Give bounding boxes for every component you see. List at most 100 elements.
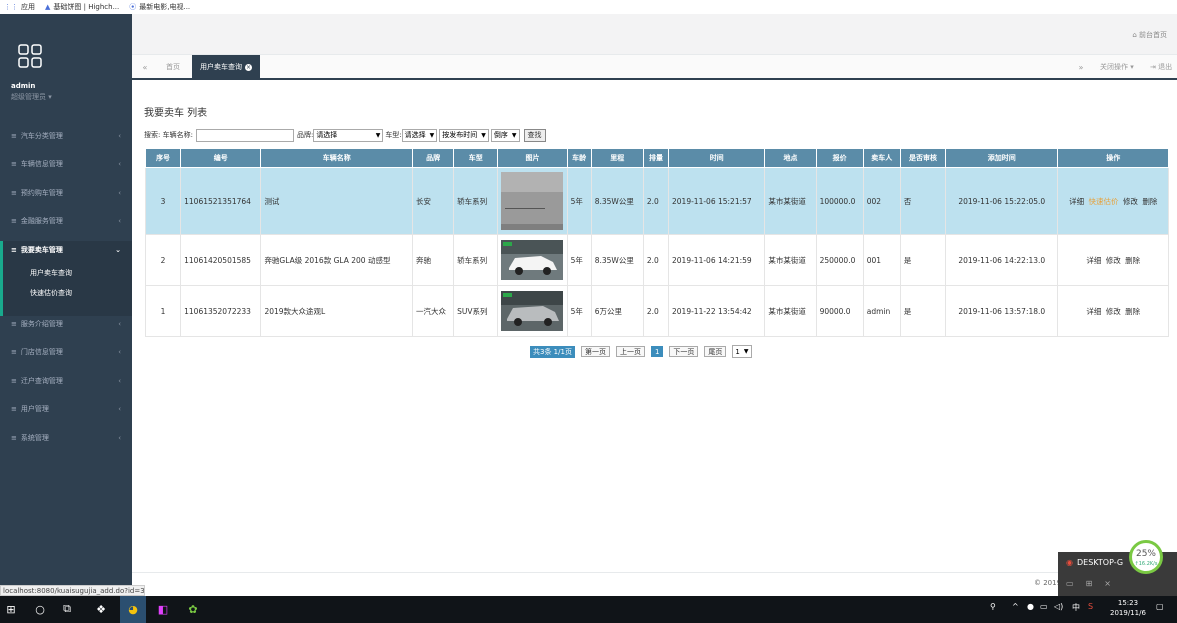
delete-link[interactable]: 删除 (1142, 197, 1157, 206)
network-icon[interactable]: ▭ (1040, 602, 1048, 611)
car-photo[interactable] (501, 172, 564, 230)
col-header[interactable]: 车辆名称 (260, 148, 414, 168)
menu-item-vehicle-info[interactable]: ≡ 车辆信息管理 ‹ (0, 154, 132, 174)
list-icon: ≡ (11, 405, 17, 413)
quick-valuation-link[interactable]: 快速估价 (1089, 197, 1119, 206)
action-center-icon[interactable]: ▢ (1156, 602, 1164, 611)
bookmark-apps[interactable]: ⋮⋮ 应用 (4, 2, 35, 12)
brand-label: 品牌: (296, 131, 314, 139)
menu-item-system[interactable]: ≡ 系统管理 ‹ (0, 428, 132, 448)
delete-link[interactable]: 删除 (1125, 256, 1140, 265)
ide-icon[interactable]: ◧ (156, 602, 170, 616)
edit-link[interactable]: 修改 (1106, 256, 1121, 265)
tab-home[interactable]: 首页 (158, 55, 188, 79)
car-name-input[interactable] (195, 128, 294, 142)
app-icon[interactable]: ❖ (94, 602, 108, 616)
order-select[interactable]: 倒序 ▼ (490, 128, 520, 142)
cell-age: 5年 (566, 167, 592, 235)
detail-link[interactable]: 详细 (1086, 307, 1101, 316)
sogou-icon[interactable]: S (1088, 602, 1093, 611)
menu-label: 我要卖车管理 (20, 246, 63, 254)
col-header[interactable]: 车龄 (566, 148, 592, 168)
col-header[interactable]: 地点 (764, 148, 817, 168)
menu-item-finance[interactable]: ≡ 金融服务管理 ‹ (0, 211, 132, 231)
table-row[interactable]: 3 11061521351764 测试 长安 轿车系列 5年 8.35W公里 2… (144, 167, 1169, 235)
delete-link[interactable]: 删除 (1125, 307, 1140, 316)
detail-link[interactable]: 详细 (1069, 197, 1084, 206)
col-header[interactable]: 品牌 (412, 148, 455, 168)
next-page-button[interactable]: 下一页 (669, 346, 699, 357)
cell-type: 轿车系列 (453, 167, 499, 235)
notification-dot-icon: ● (1027, 602, 1034, 611)
chat-icon[interactable]: ▭ (1066, 579, 1074, 588)
col-header[interactable]: 卖车人 (862, 148, 901, 168)
page-info: 共3条 1/1页 (530, 345, 575, 358)
car-photo[interactable] (501, 291, 564, 331)
page-jump-select[interactable]: 1 ▼ (732, 345, 752, 358)
cell-mileage: 6万公里 (590, 285, 644, 337)
menu-item-sell-car[interactable]: ≡ 我要卖车管理 ⌄ (0, 240, 132, 260)
menu-item-transfer[interactable]: ≡ 迁户查询管理 ‹ (0, 371, 132, 391)
detail-link[interactable]: 详细 (1086, 256, 1101, 265)
ime-indicator[interactable]: 中 (1072, 602, 1080, 613)
frontend-home-link[interactable]: ⌂ 前台首页 (1132, 30, 1167, 40)
close-operations-dropdown[interactable]: 关闭操作 ▾ (1100, 55, 1134, 79)
col-header[interactable]: 车型 (453, 148, 499, 168)
col-header[interactable]: 排量 (642, 148, 670, 168)
col-header[interactable]: 是否审核 (899, 148, 947, 168)
brand-select[interactable]: 请选择 ▼ (313, 128, 384, 142)
table-row[interactable]: 2 11061420501585 奔驰GLA级 2016款 GLA 200 动感… (144, 234, 1169, 286)
close-tab-icon[interactable]: × (245, 63, 252, 71)
user-role-dropdown[interactable]: 超级管理员 ▾ (11, 92, 52, 102)
submenu-user-sell-query[interactable]: 用户卖车查询 (30, 268, 72, 278)
cell-mileage: 8.35W公里 (590, 167, 644, 235)
grid-icon[interactable]: ⊞ (1086, 579, 1093, 588)
cell-code: 11061521351764 (180, 167, 262, 235)
current-page[interactable]: 1 (650, 346, 664, 357)
col-header[interactable]: 报价 (815, 148, 864, 168)
car-photo[interactable] (501, 240, 564, 280)
hbuilder-icon[interactable]: ✿ (186, 602, 200, 616)
person-icon[interactable]: ⚲ (990, 602, 996, 611)
type-select[interactable]: 请选择 ▼ (401, 128, 438, 142)
tab-scroll-left-icon[interactable]: « (136, 55, 154, 79)
tab-scroll-right-icon[interactable]: » (1072, 55, 1090, 79)
bookmark-movies[interactable]: ⦿ 最新电影,电视... (129, 2, 190, 12)
clock[interactable]: 15:23 2019/11/6 (1110, 598, 1146, 618)
bookmark-label: 应用 (21, 3, 35, 11)
col-header[interactable]: 图片 (497, 148, 568, 168)
table-row[interactable]: 1 11061352072233 2019款大众途观L 一汽大众 SUV系列 5… (144, 285, 1169, 337)
search-button[interactable]: 查找 (523, 128, 546, 142)
sort-select[interactable]: 按发布时间 ▼ (439, 128, 489, 142)
menu-item-users[interactable]: ≡ 用户管理 ‹ (0, 399, 132, 419)
tab-user-sell-query[interactable]: 用户卖车查询 × (192, 55, 260, 79)
submenu-quick-valuation[interactable]: 快速估价查询 (30, 288, 72, 298)
last-page-button[interactable]: 尾页 (704, 346, 727, 357)
col-header[interactable]: 时间 (667, 148, 766, 168)
menu-item-store[interactable]: ≡ 门店信息管理 ‹ (0, 342, 132, 362)
edit-link[interactable]: 修改 (1123, 197, 1138, 206)
windows-start-icon[interactable]: ⊞ (4, 602, 18, 616)
search-icon[interactable]: ○ (33, 602, 47, 616)
chrome-icon[interactable]: ◕ (120, 596, 146, 623)
chevron-down-icon: ⌄ (115, 246, 121, 254)
col-header[interactable]: 序号 (144, 148, 182, 168)
logout-button[interactable]: ⇥ 退出 (1150, 55, 1172, 79)
first-page-button[interactable]: 第一页 (580, 346, 610, 357)
menu-item-car-category[interactable]: ≡ 汽车分类管理 ‹ (0, 126, 132, 146)
bookmark-highcharts[interactable]: ▲ 基础饼图 | Highch... (45, 2, 119, 12)
col-header[interactable]: 添加时间 (945, 148, 1059, 168)
col-header[interactable]: 编号 (180, 148, 262, 168)
chevron-up-icon[interactable]: ^ (1012, 602, 1019, 611)
car-sell-table: 序号 编号 车辆名称 品牌 车型 图片 车龄 里程 排量 时间 地点 报价 卖车… (144, 148, 1169, 337)
prev-page-button[interactable]: 上一页 (615, 346, 645, 357)
edit-link[interactable]: 修改 (1106, 307, 1121, 316)
menu-item-service[interactable]: ≡ 服务介绍管理 ‹ (0, 314, 132, 334)
close-icon[interactable]: × (1104, 579, 1111, 588)
task-view-icon[interactable]: ⧉ (60, 602, 74, 616)
col-header[interactable]: 操作 (1057, 148, 1169, 168)
volume-icon[interactable]: ◁) (1054, 602, 1063, 611)
col-header[interactable]: 里程 (590, 148, 644, 168)
cell-audited: 是 (899, 285, 947, 337)
menu-item-booking[interactable]: ≡ 预约购车管理 ‹ (0, 183, 132, 203)
